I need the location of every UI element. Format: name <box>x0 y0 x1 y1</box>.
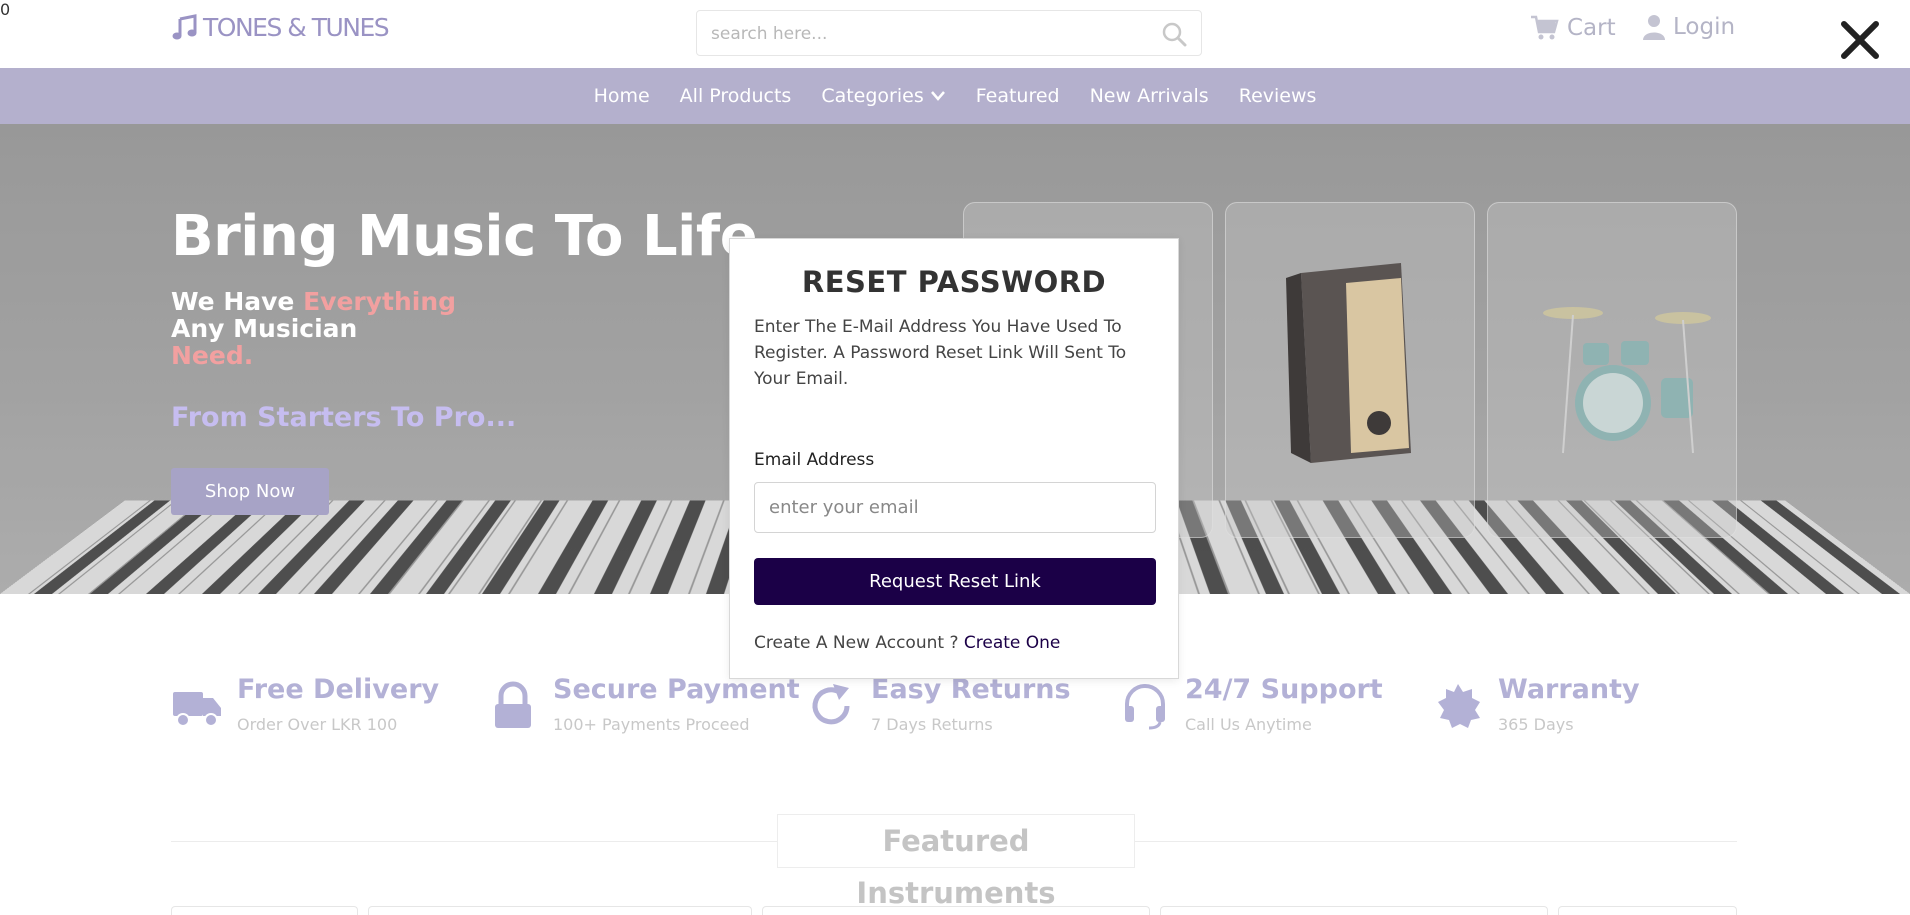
headset-icon <box>1125 684 1165 730</box>
badge-icon <box>1438 684 1480 728</box>
email-field[interactable] <box>754 482 1156 533</box>
chevron-down-icon <box>930 91 945 101</box>
brand-name: TONES & TUNES <box>203 13 390 42</box>
hero-subtitle-highlight-1: Everything <box>303 287 457 316</box>
shop-now-button[interactable]: Shop Now <box>171 468 329 515</box>
hero-tagline: From Starters To Pro... <box>171 402 517 433</box>
hero-subtitle-text-1: We Have <box>171 287 304 316</box>
feature-easy-returns: Easy Returns 7 Days Returns <box>805 674 1071 734</box>
search-input[interactable] <box>711 21 1131 47</box>
instrument-card-2[interactable] <box>1225 202 1475 538</box>
user-icon <box>1643 15 1665 40</box>
modal-description: Enter The E-Mail Address You Have Used T… <box>754 317 1127 389</box>
hero-subtitle: We Have Everything Any Musician Need. <box>171 288 456 369</box>
feature-subtitle: 100+ Payments Proceed <box>553 715 750 734</box>
search-icon[interactable] <box>1161 21 1187 47</box>
request-reset-link-button[interactable]: Request Reset Link <box>754 558 1156 605</box>
feature-support: 24/7 Support Call Us Anytime <box>1119 674 1383 734</box>
hero-title: Bring Music To Life <box>171 204 758 269</box>
lock-icon <box>495 681 531 728</box>
search-bar <box>696 10 1202 56</box>
brand-logo[interactable]: TONES & TUNES <box>171 13 390 42</box>
feature-subtitle: Order Over LKR 100 <box>237 715 398 734</box>
email-label: Email Address <box>754 450 875 470</box>
featured-section-header: Featured Instruments <box>171 814 1737 910</box>
nav-new-arrivals[interactable]: New Arrivals <box>1090 85 1209 107</box>
feature-subtitle: Call Us Anytime <box>1185 715 1312 734</box>
nav-all-products[interactable]: All Products <box>680 85 792 107</box>
nav-categories-label: Categories <box>821 85 924 107</box>
product-card[interactable] <box>171 906 358 915</box>
product-card[interactable] <box>1558 906 1737 915</box>
feature-subtitle: 7 Days Returns <box>871 715 993 734</box>
hero-subtitle-highlight-2: Need. <box>171 341 254 370</box>
nav-home[interactable]: Home <box>594 85 650 107</box>
refresh-icon <box>812 684 850 725</box>
cart-label: Cart <box>1567 15 1616 41</box>
top-header: TONES & TUNES Cart 0 Login <box>0 0 1910 68</box>
nav-featured[interactable]: Featured <box>976 85 1060 107</box>
cart-button[interactable]: Cart <box>1529 14 1616 42</box>
create-account-row: Create A New Account ? Create One <box>754 633 1060 653</box>
feature-subtitle: 365 Days <box>1498 715 1574 734</box>
nav-reviews[interactable]: Reviews <box>1239 85 1317 107</box>
product-grid-top <box>171 906 1737 915</box>
drum-kit-image <box>1543 307 1711 454</box>
close-icon <box>1841 21 1879 59</box>
main-nav: Home All Products Categories Featured Ne… <box>0 68 1910 124</box>
create-account-link[interactable]: Create One <box>964 633 1061 653</box>
feature-title: Warranty <box>1498 674 1640 705</box>
login-label: Login <box>1673 14 1736 40</box>
close-modal-button[interactable] <box>1838 18 1882 62</box>
cart-icon <box>1531 15 1559 40</box>
feature-free-delivery: Free Delivery Order Over LKR 100 <box>171 674 439 734</box>
product-card[interactable] <box>762 906 1150 915</box>
feature-title: Free Delivery <box>237 674 440 705</box>
instrument-card-3[interactable] <box>1487 202 1737 538</box>
product-card[interactable] <box>1160 906 1548 915</box>
truck-icon <box>173 692 221 727</box>
feature-title: 24/7 Support <box>1185 674 1383 705</box>
product-card[interactable] <box>368 906 752 915</box>
featured-section-title: Featured Instruments <box>777 814 1135 910</box>
nav-categories[interactable]: Categories <box>821 85 945 107</box>
modal-title: RESET PASSWORD <box>801 265 1107 299</box>
feature-warranty: Warranty 365 Days <box>1432 674 1640 734</box>
feature-secure-payment: Secure Payment 100+ Payments Proceed <box>487 674 800 734</box>
login-button[interactable]: Login <box>1643 14 1735 40</box>
create-account-prompt: Create A New Account ? <box>754 633 959 653</box>
cajon-image <box>1286 263 1411 463</box>
reset-password-modal: RESET PASSWORD Enter The E-Mail Address … <box>729 238 1179 679</box>
music-note-icon <box>172 13 197 39</box>
hero-subtitle-text-2: Any Musician <box>171 314 358 343</box>
